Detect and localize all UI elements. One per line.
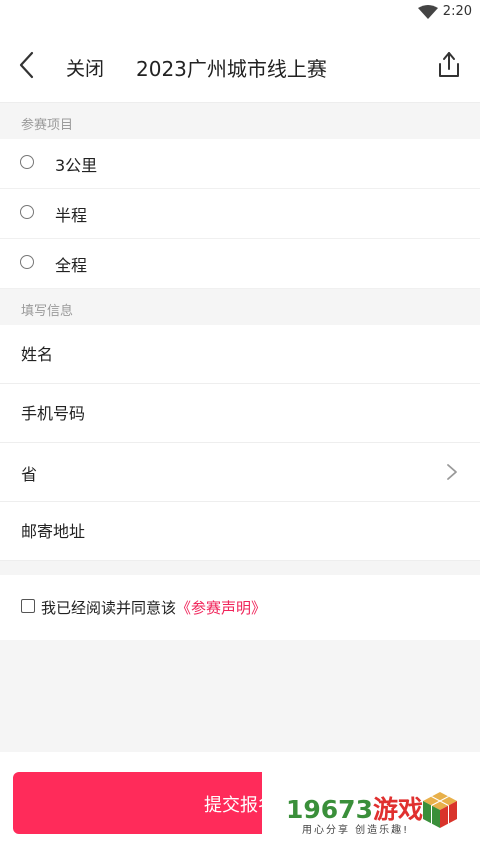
name-field[interactable]: [21, 341, 421, 367]
entry-option-label: 3公里: [55, 156, 98, 175]
agreement-checkbox[interactable]: [21, 599, 35, 613]
entry-option-label: 全程: [55, 256, 88, 275]
watermark-chinese: 游戏: [372, 795, 423, 824]
watermark-logo: 19673游戏 用心分享 创造乐趣!: [262, 772, 480, 853]
close-button[interactable]: 关闭: [66, 54, 104, 81]
status-bar: 2:20: [0, 0, 480, 24]
entry-option-label: 半程: [55, 206, 88, 225]
entry-option-half[interactable]: 半程: [0, 189, 480, 239]
radio-button[interactable]: [20, 155, 34, 169]
province-selector[interactable]: 省: [0, 443, 480, 502]
entry-option-3k[interactable]: 3公里: [0, 139, 480, 189]
address-field-row: [0, 502, 480, 561]
wifi-icon: [418, 5, 438, 19]
watermark-slogan: 用心分享 创造乐趣!: [302, 825, 410, 836]
declaration-link[interactable]: 《参赛声明》: [176, 599, 266, 617]
cube-logo-icon: [423, 792, 457, 828]
agreement-statement: 我已经阅读并同意该: [41, 599, 177, 617]
page-title: 2023广州城市线上赛: [136, 57, 327, 81]
entry-section-title: 参赛项目: [21, 118, 74, 133]
radio-button[interactable]: [20, 255, 34, 269]
chevron-right-icon: [447, 464, 457, 480]
phone-field-row: [0, 384, 480, 443]
section-divider: [0, 561, 480, 575]
entry-section-header: 参赛项目: [0, 103, 480, 139]
back-arrow-icon[interactable]: [12, 50, 42, 80]
status-time: 2:20: [442, 4, 472, 19]
agreement-row: 我已经阅读并同意该《参赛声明》: [0, 575, 480, 640]
share-icon[interactable]: [434, 50, 464, 80]
watermark-number: 19673: [286, 795, 373, 824]
name-field-row: [0, 325, 480, 384]
info-section-header: 填写信息: [0, 289, 480, 325]
agreement-text: 我已经阅读并同意该《参赛声明》: [41, 597, 266, 618]
province-label: 省: [21, 465, 38, 484]
address-field[interactable]: [21, 518, 421, 544]
phone-field[interactable]: [21, 400, 421, 426]
top-nav-bar: 关闭 2023广州城市线上赛: [0, 24, 480, 103]
info-section-title: 填写信息: [21, 304, 74, 319]
entry-option-full[interactable]: 全程: [0, 239, 480, 289]
radio-button[interactable]: [20, 205, 34, 219]
